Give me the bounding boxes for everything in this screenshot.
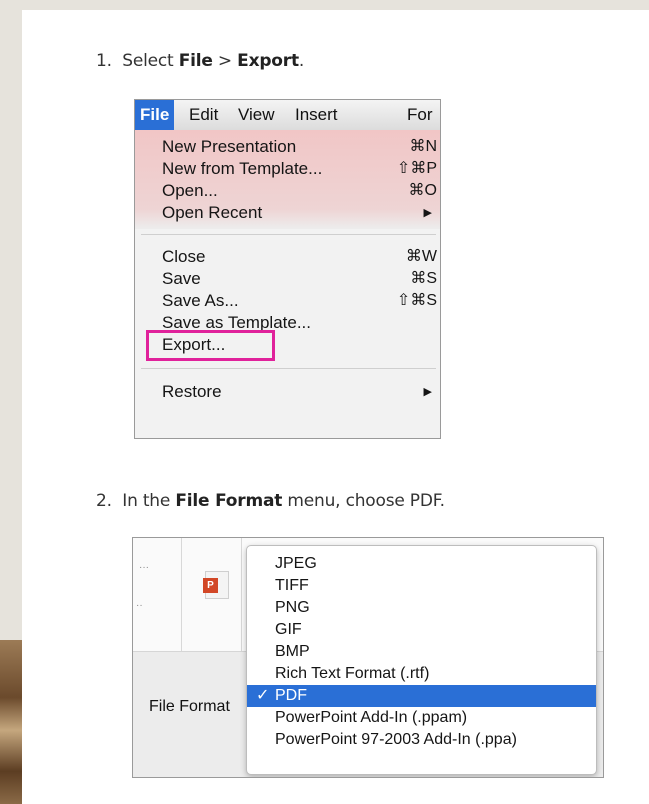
step-text: Select [122, 51, 179, 71]
step-file-bold: File [178, 51, 213, 71]
menubar-view[interactable]: View [238, 100, 275, 130]
shortcut-label: ⌘S [410, 270, 437, 287]
shortcut-label: ⇧⌘P [396, 160, 437, 177]
step-text: . [298, 51, 305, 71]
file-menu-screenshot: File Edit View Insert For New Presentati… [134, 99, 441, 439]
menu-separator [141, 234, 436, 235]
option-label: BMP [275, 643, 310, 660]
shortcut-label: ⇧⌘S [396, 292, 437, 309]
shortcut-label: ⌘O [408, 182, 437, 199]
menu-item-restore[interactable]: Restore [162, 381, 222, 403]
option-label: TIFF [275, 577, 309, 594]
file-format-label: File Format [149, 698, 230, 715]
menu-item-save[interactable]: Save [162, 268, 201, 290]
format-option-png[interactable]: PNG [247, 597, 596, 619]
step-text: > [212, 51, 238, 71]
option-label: JPEG [275, 555, 317, 572]
shortcut-label: ⌘N [409, 138, 437, 155]
menu-item-open[interactable]: Open... [162, 180, 218, 202]
format-option-gif[interactable]: GIF [247, 619, 596, 641]
step-text: In the [122, 491, 176, 511]
menu-item-open-recent[interactable]: Open Recent [162, 202, 262, 224]
format-option-bmp[interactable]: BMP [247, 641, 596, 663]
step-number: 1. [96, 51, 112, 71]
powerpoint-logo-icon: P [203, 578, 218, 593]
file-format-dropdown: JPEG TIFF PNG GIF BMP Rich Text Format (… [246, 545, 597, 775]
background-wood [0, 640, 22, 804]
format-option-ppam[interactable]: PowerPoint Add-In (.ppam) [247, 707, 596, 729]
checkmark-icon: ✓ [256, 687, 270, 704]
file-format-screenshot: ··· ·· P File Format JPEG TIFF PNG GIF B… [132, 537, 604, 778]
submenu-arrow-icon: ▶ [423, 386, 432, 398]
format-option-jpeg[interactable]: JPEG [247, 553, 596, 575]
step-2-instruction: 2. In the File Format menu, choose PDF. [96, 491, 445, 511]
menubar-edit[interactable]: Edit [189, 100, 218, 130]
menu-separator [141, 368, 436, 369]
shortcut-label: ⌘W [405, 248, 437, 265]
menubar-format[interactable]: For [407, 100, 433, 130]
format-option-rtf[interactable]: Rich Text Format (.rtf) [247, 663, 596, 685]
option-label: PowerPoint Add-In (.ppam) [275, 709, 468, 726]
menu-item-close[interactable]: Close [162, 246, 205, 268]
step-export-bold: Export [237, 51, 299, 71]
step-text: menu, choose PDF. [282, 491, 445, 511]
format-option-pdf[interactable]: ✓ PDF [247, 685, 596, 707]
option-label: PDF [275, 687, 307, 704]
option-label: Rich Text Format (.rtf) [275, 665, 430, 682]
export-highlight-box [146, 330, 275, 361]
step-file-format-bold: File Format [175, 491, 283, 511]
option-label: PowerPoint 97-2003 Add-In (.ppa) [275, 731, 517, 748]
menu-item-save-as[interactable]: Save As... [162, 290, 239, 312]
ellipsis-icon: ·· [136, 600, 143, 611]
powerpoint-file-icon: P [203, 571, 229, 599]
divider [181, 538, 182, 651]
step-1-instruction: 1. Select File > Export. [96, 51, 304, 71]
format-option-ppa[interactable]: PowerPoint 97-2003 Add-In (.ppa) [247, 729, 596, 751]
menu-item-new-presentation[interactable]: New Presentation [162, 136, 296, 158]
ellipsis-icon: ··· [139, 562, 149, 573]
divider [241, 538, 242, 651]
submenu-arrow-icon: ▶ [423, 207, 432, 219]
file-menu-dropdown: New Presentation ⌘N New from Template...… [135, 130, 440, 438]
option-label: PNG [275, 599, 310, 616]
menubar-file[interactable]: File [135, 100, 175, 130]
menu-item-new-from-template[interactable]: New from Template... [162, 158, 322, 180]
step-number: 2. [96, 491, 112, 511]
format-option-tiff[interactable]: TIFF [247, 575, 596, 597]
menu-bar: File Edit View Insert For [135, 100, 440, 131]
option-label: GIF [275, 621, 302, 638]
menubar-insert[interactable]: Insert [295, 100, 338, 130]
